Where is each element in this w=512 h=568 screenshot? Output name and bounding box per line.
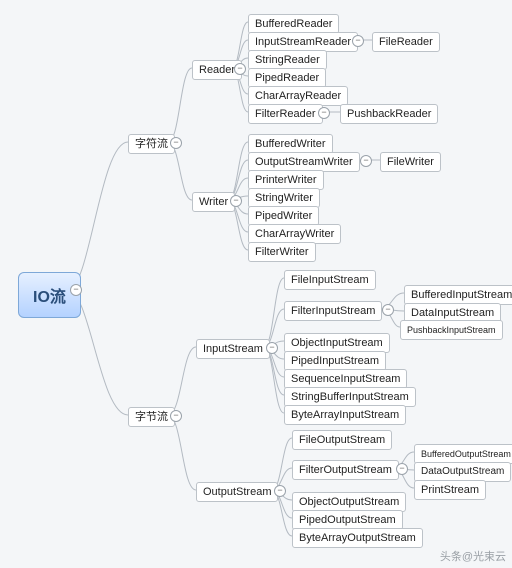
node-filterinputstream[interactable]: FilterInputStream — [284, 301, 382, 321]
node-filewriter[interactable]: FileWriter — [380, 152, 441, 172]
node-bufferedwriter[interactable]: BufferedWriter — [248, 134, 333, 154]
node-fileoutputstream[interactable]: FileOutputStream — [292, 430, 392, 450]
node-bytearroutputstream[interactable]: ByteArrayOutputStream — [292, 528, 423, 548]
node-filereader[interactable]: FileReader — [372, 32, 440, 52]
node-bufferedinputstream[interactable]: BufferedInputStream — [404, 285, 512, 305]
node-outputstreamwriter[interactable]: OutputStreamWriter — [248, 152, 360, 172]
collapse-isr[interactable]: − — [352, 35, 364, 47]
node-inputstreamreader[interactable]: InputStreamReader — [248, 32, 358, 52]
node-bufferedreader[interactable]: BufferedReader — [248, 14, 339, 34]
node-stringreader[interactable]: StringReader — [248, 50, 327, 70]
node-filterreader[interactable]: FilterReader — [248, 104, 323, 124]
node-outputstream[interactable]: OutputStream — [196, 482, 278, 502]
node-pipedinputstream[interactable]: PipedInputStream — [284, 351, 386, 371]
node-bufferedoutputstream[interactable]: BufferedOutputStream — [414, 444, 512, 464]
collapse-osw[interactable]: − — [360, 155, 372, 167]
node-printerwriter[interactable]: PrinterWriter — [248, 170, 324, 190]
collapse-root[interactable]: − — [70, 284, 82, 296]
node-inputstream[interactable]: InputStream — [196, 339, 270, 359]
collapse-filteroutput[interactable]: − — [396, 463, 408, 475]
node-byte-stream[interactable]: 字节流 — [128, 407, 175, 427]
node-pipedreader[interactable]: PipedReader — [248, 68, 326, 88]
collapse-filterinput[interactable]: − — [382, 304, 394, 316]
node-sequenceinputstream[interactable]: SequenceInputStream — [284, 369, 407, 389]
collapse-reader[interactable]: − — [234, 63, 246, 75]
collapse-char[interactable]: − — [170, 137, 182, 149]
watermark: 头条@光束云 — [440, 548, 506, 564]
collapse-outputstream[interactable]: − — [274, 485, 286, 497]
collapse-byte[interactable]: − — [170, 410, 182, 422]
collapse-writer[interactable]: − — [230, 195, 242, 207]
node-dataoutputstream[interactable]: DataOutputStream — [414, 462, 511, 482]
node-pipedoutputstream[interactable]: PipedOutputStream — [292, 510, 403, 530]
node-stringwriter[interactable]: StringWriter — [248, 188, 320, 208]
node-pushbackreader[interactable]: PushbackReader — [340, 104, 438, 124]
node-pushbackinputstream[interactable]: PushbackInputStream — [400, 320, 503, 340]
root-node[interactable]: IO流 — [18, 272, 81, 318]
node-objectinputstream[interactable]: ObjectInputStream — [284, 333, 390, 353]
node-chararrayreader[interactable]: CharArrayReader — [248, 86, 348, 106]
collapse-inputstream[interactable]: − — [266, 342, 278, 354]
node-pipedwriter[interactable]: PipedWriter — [248, 206, 319, 226]
node-writer[interactable]: Writer — [192, 192, 235, 212]
collapse-filterreader[interactable]: − — [318, 107, 330, 119]
node-printstream[interactable]: PrintStream — [414, 480, 486, 500]
node-chararraywriter[interactable]: CharArrayWriter — [248, 224, 341, 244]
node-fileinputstream[interactable]: FileInputStream — [284, 270, 376, 290]
node-stringbufferinputstream[interactable]: StringBufferInputStream — [284, 387, 416, 407]
node-filteroutputstream[interactable]: FilterOutputStream — [292, 460, 399, 480]
node-bytearrinputstream[interactable]: ByteArrayInputStream — [284, 405, 406, 425]
node-filterwriter[interactable]: FilterWriter — [248, 242, 316, 262]
node-objectoutputstream[interactable]: ObjectOutputStream — [292, 492, 406, 512]
node-char-stream[interactable]: 字符流 — [128, 134, 175, 154]
